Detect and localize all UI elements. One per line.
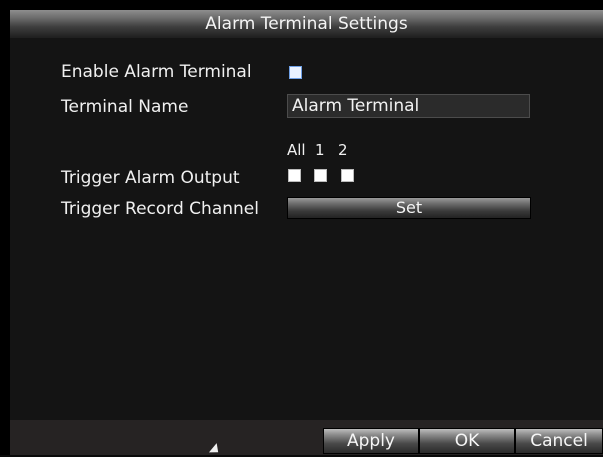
output-2-checkbox[interactable] [341,169,354,182]
terminal-name-input[interactable]: Alarm Terminal [287,94,530,118]
trigger-record-channel-label: Trigger Record Channel [61,199,259,219]
set-record-channel-button[interactable]: Set [287,197,531,219]
output-header-all: All [287,141,306,159]
output-header-1: 1 [315,141,325,159]
dialog-title: Alarm Terminal Settings [205,14,408,34]
cancel-button[interactable]: Cancel [515,428,603,454]
title-bar: Alarm Terminal Settings [10,10,603,39]
enable-alarm-terminal-checkbox[interactable] [289,66,302,79]
top-border [0,0,603,10]
enable-alarm-terminal-label: Enable Alarm Terminal [61,62,252,82]
apply-button[interactable]: Apply [323,428,419,454]
terminal-name-label: Terminal Name [61,97,189,117]
left-border [0,0,10,455]
ok-button[interactable]: OK [419,428,515,454]
output-1-checkbox[interactable] [314,169,327,182]
output-all-checkbox[interactable] [288,169,301,182]
output-header-2: 2 [338,141,348,159]
trigger-alarm-output-label: Trigger Alarm Output [61,168,240,188]
